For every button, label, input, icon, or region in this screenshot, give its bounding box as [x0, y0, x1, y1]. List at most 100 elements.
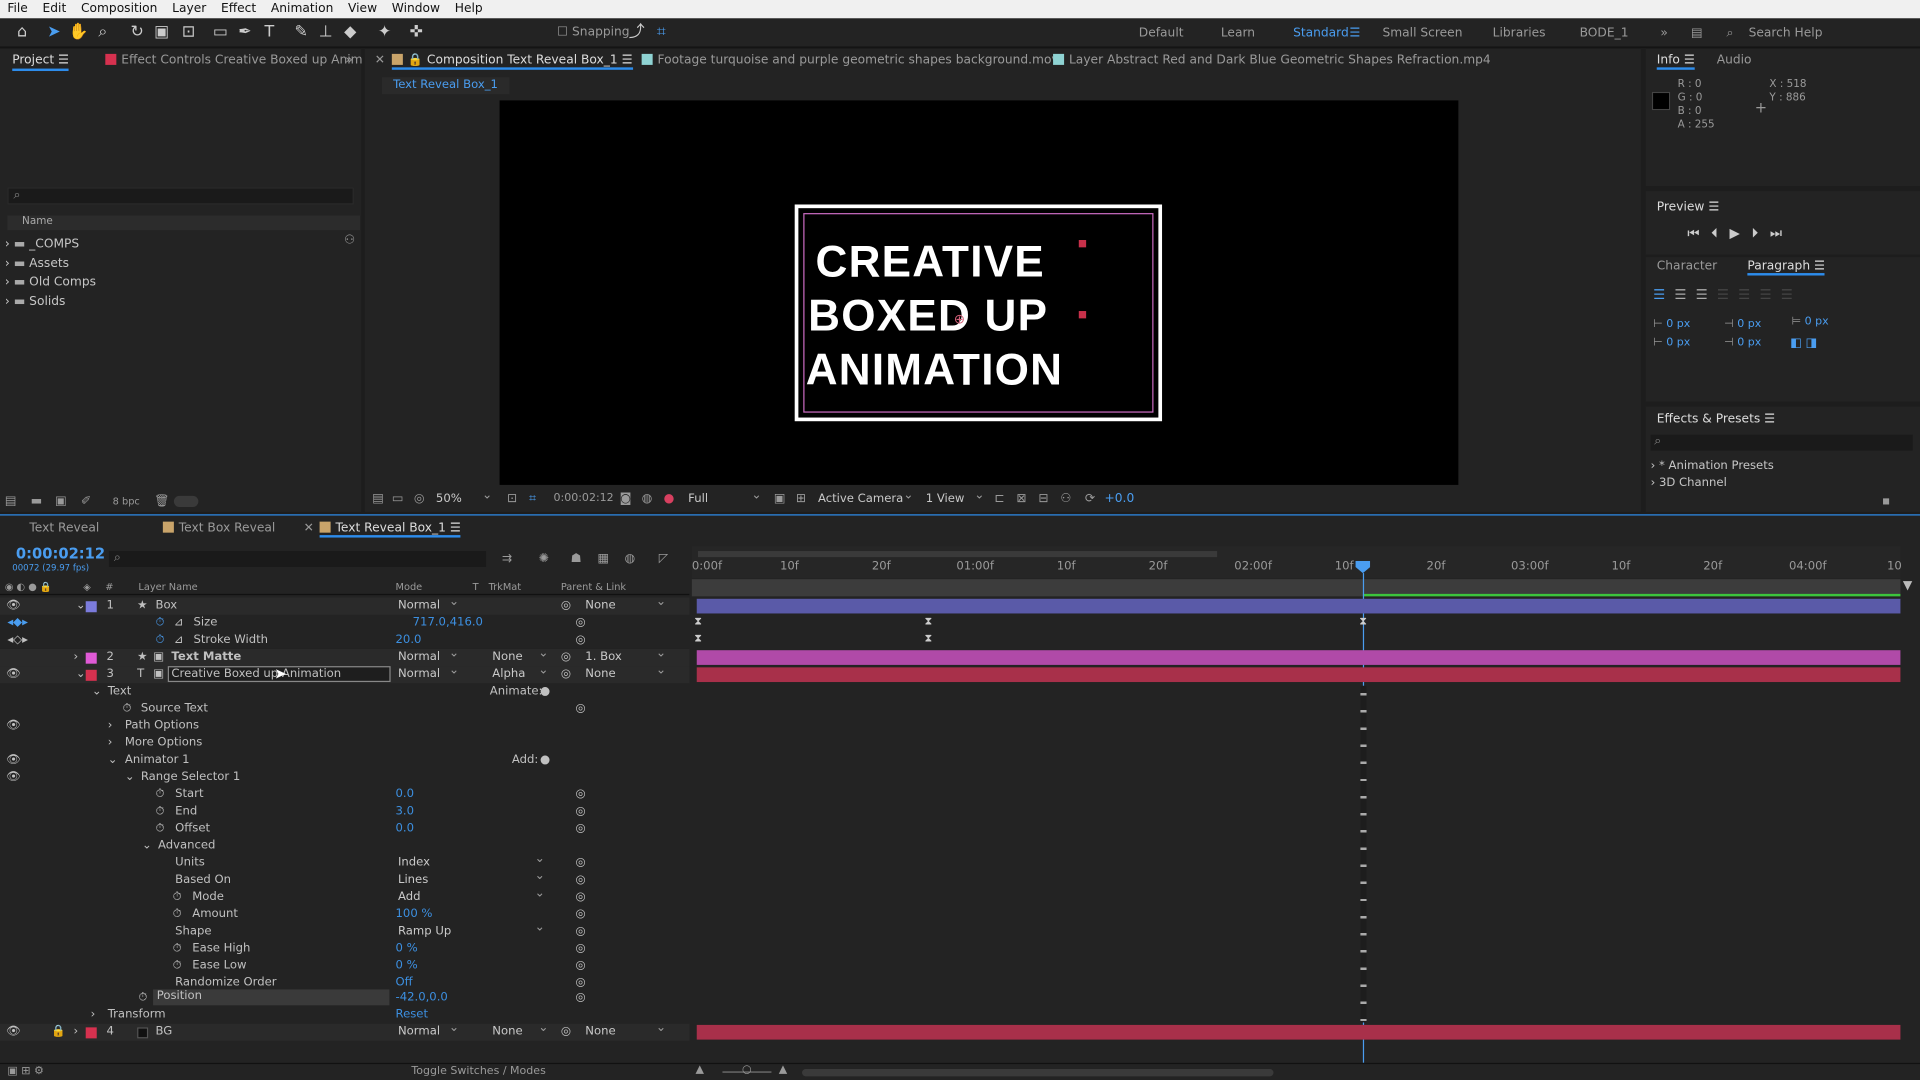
layer-row-text[interactable]: 👁 ⌄ 3 T ▣ Creative Boxed up Animation No…	[0, 664, 690, 684]
expression-pick-whip-icon[interactable]: ◎	[576, 991, 586, 1004]
delete-icon[interactable]: 🗑	[154, 495, 170, 508]
property-row-size[interactable]: ◂◆▸ ⏱ ⊿ Size 717.0,416.0 ◎	[0, 615, 689, 632]
workspace-bode[interactable]: BODE_1	[1580, 27, 1629, 40]
twirl-right-icon[interactable]: ›	[108, 736, 113, 749]
stopwatch-icon[interactable]: ⏱	[122, 702, 131, 715]
expression-pick-whip-icon[interactable]: ◎	[576, 804, 586, 817]
indent-right-field[interactable]: 0 px	[1737, 318, 1761, 330]
twirl-down-icon[interactable]: ⌄	[125, 770, 135, 783]
folder-item[interactable]: › ▬ Solids	[5, 292, 96, 311]
property-value[interactable]: Off	[396, 976, 413, 989]
property-row-position[interactable]: ⏱ Position -42.0,0.0 ◎	[0, 989, 689, 1006]
twirl-right-icon[interactable]: ›	[73, 650, 78, 663]
keyframe-icon[interactable]: ⧗	[924, 633, 932, 645]
stopwatch-icon[interactable]: ⏱	[156, 616, 165, 629]
blend-mode-dropdown[interactable]: Normal	[398, 1021, 462, 1040]
resolution-dropdown[interactable]: Full	[688, 489, 764, 507]
label-color-swatch[interactable]	[85, 652, 97, 664]
add-property-icon[interactable]: ●	[540, 753, 550, 766]
close-tab-icon[interactable]: ✕	[375, 54, 385, 67]
anchor-point-icon[interactable]: ⊕	[954, 311, 965, 327]
workspace-overflow-icon[interactable]: »	[1660, 27, 1668, 40]
layer-row-box[interactable]: 👁 ⌄ 1 ★ Box Normal ◎ None	[0, 595, 690, 615]
eye-icon[interactable]: 👁	[6, 599, 21, 612]
preview-title[interactable]: Preview ☰	[1657, 201, 1720, 214]
property-row-offset[interactable]: ⏱ Offset 0.0 ◎	[0, 820, 689, 837]
layer-name[interactable]: Text Matte	[171, 650, 241, 663]
property-value[interactable]: 0.0	[396, 787, 415, 800]
timeline-icon[interactable]: ⊟	[1038, 492, 1048, 505]
thumbnail-slider[interactable]	[173, 495, 199, 507]
layer-bar-text[interactable]	[696, 667, 1901, 683]
stopwatch-icon[interactable]: ⏱	[138, 991, 147, 1004]
property-value[interactable]: 3.0	[396, 804, 415, 817]
expression-pick-whip-icon[interactable]: ◎	[576, 959, 586, 972]
pick-whip-icon[interactable]: ◎	[561, 1025, 571, 1038]
puppet-tool-icon[interactable]: ✜	[407, 23, 427, 43]
track-matte-dropdown[interactable]: Alpha	[492, 664, 551, 682]
layer-name[interactable]: BG	[156, 1025, 173, 1038]
toggle-grid-icon[interactable]: ⊞	[796, 492, 806, 505]
stopwatch-icon[interactable]: ⏱	[173, 959, 182, 972]
pick-whip-icon[interactable]: ◎	[561, 667, 571, 680]
twirl-right-icon[interactable]: ›	[91, 1008, 96, 1021]
units-dropdown[interactable]: Index	[398, 852, 547, 871]
justify-last-center-icon[interactable]: ☰	[1738, 287, 1750, 303]
menu-composition[interactable]: Composition	[74, 2, 165, 15]
label-color-swatch[interactable]	[85, 669, 97, 681]
align-center-icon[interactable]: ☰	[1674, 287, 1686, 303]
zoom-out-icon[interactable]: ▲	[696, 1064, 704, 1076]
property-value[interactable]: 0 %	[396, 942, 418, 955]
expression-pick-whip-icon[interactable]: ◎	[576, 924, 586, 937]
workspace-libraries[interactable]: Libraries	[1493, 27, 1546, 40]
keyframe-navigator-icon[interactable]: ◂◇▸	[7, 633, 28, 646]
property-row-ease-high[interactable]: ⏱ Ease High 0 % ◎	[0, 940, 689, 957]
layer-row-bg[interactable]: 👁 🔒 › 4 BG Normal None ◎ None	[0, 1021, 690, 1041]
property-group-path-options[interactable]: 👁 › Path Options	[0, 718, 689, 735]
effects-item[interactable]: › * Animation Presets	[1651, 458, 1774, 475]
workspace-default[interactable]: Default	[1139, 27, 1184, 40]
property-row-source-text[interactable]: ⏱ Source Text ◎	[0, 700, 689, 717]
toggle-pixel-aspect-icon[interactable]: ⊏	[994, 492, 1004, 505]
effects-search-input[interactable]: ⌕	[1650, 434, 1913, 451]
justify-all-icon[interactable]: ☰	[1781, 287, 1793, 303]
current-time-display[interactable]: 0:00:02:12	[553, 492, 613, 504]
menu-effect[interactable]: Effect	[214, 2, 264, 15]
eraser-tool-icon[interactable]: ◆	[340, 23, 360, 43]
twirl-down-icon[interactable]: ⌄	[92, 684, 102, 697]
composition-flowchart-icon[interactable]: ⇉	[502, 552, 512, 565]
layer-bar-box[interactable]	[696, 598, 1901, 614]
layer-row-text-matte[interactable]: › 2 ★ ▣ Text Matte Normal None ◎ 1. Box	[0, 647, 690, 667]
workspace-menu-icon[interactable]: ☰	[1349, 27, 1360, 40]
property-group-range-selector[interactable]: 👁 ⌄ Range Selector 1	[0, 769, 689, 786]
expression-pick-whip-icon[interactable]: ◎	[576, 942, 586, 955]
eye-icon[interactable]: 👁	[6, 667, 21, 680]
reset-link[interactable]: Reset	[396, 1008, 429, 1021]
shape-dropdown[interactable]: Ramp Up	[398, 921, 547, 939]
eye-icon[interactable]: 👁	[6, 1025, 21, 1038]
twirl-right-icon[interactable]: ›	[108, 719, 113, 732]
pick-whip-icon[interactable]: ◎	[561, 599, 571, 612]
comp-breadcrumb[interactable]: Text Reveal Box_1	[382, 77, 509, 95]
rotate-tool-icon[interactable]: ↻	[127, 23, 147, 43]
zoom-in-icon[interactable]: ▲	[779, 1064, 787, 1076]
tab-effect-controls[interactable]: Effect Controls Creative Boxed up Anim	[105, 53, 363, 67]
mode-dropdown[interactable]: Add	[398, 887, 547, 905]
preview-icon[interactable]: ▭	[392, 492, 404, 505]
new-bin-icon[interactable]: ▪	[1882, 495, 1890, 508]
lock-icon[interactable]: 🔒	[51, 1025, 66, 1038]
camera-dropdown[interactable]: Active Camera	[818, 489, 916, 507]
project-search-input[interactable]: ⌕	[7, 187, 354, 205]
next-frame-icon[interactable]: ⏵	[1751, 225, 1758, 241]
shy-layers-icon[interactable]: ☗	[571, 552, 582, 565]
draft-3d-icon[interactable]: ✺	[539, 552, 549, 565]
workspace-small-screen[interactable]: Small Screen	[1382, 27, 1462, 40]
stopwatch-icon[interactable]: ⏱	[156, 804, 165, 817]
timeline-timecode[interactable]: 0:00:02:12	[16, 545, 105, 562]
effects-item[interactable]: › 3D Channel	[1651, 475, 1774, 492]
effects-presets-title[interactable]: Effects & Presets ☰	[1657, 413, 1775, 426]
menu-layer[interactable]: Layer	[165, 2, 214, 15]
tab-text-box-reveal[interactable]: Text Box Reveal	[162, 521, 275, 535]
flowchart-icon[interactable]: ⚇	[1060, 492, 1071, 505]
tab-paragraph[interactable]: Paragraph ☰	[1747, 260, 1825, 276]
